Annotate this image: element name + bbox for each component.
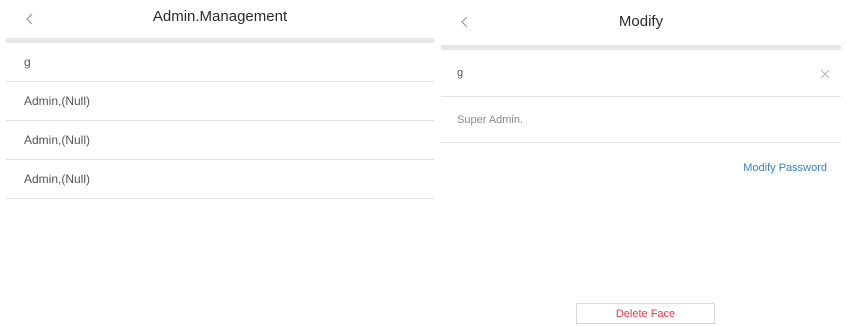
page-title: Modify bbox=[618, 13, 664, 30]
modify-password-link[interactable]: Modify Password bbox=[743, 162, 827, 174]
list-item[interactable]: Admin,(Null) bbox=[6, 82, 434, 121]
header-bar: Admin.Management bbox=[6, 0, 434, 38]
chevron-left-icon[interactable] bbox=[20, 9, 40, 29]
list-item[interactable]: Admin,(Null) bbox=[6, 160, 434, 199]
header-bar: Modify bbox=[441, 0, 841, 45]
list-item[interactable]: g bbox=[6, 43, 434, 82]
close-icon[interactable] bbox=[819, 67, 831, 79]
name-field-row bbox=[441, 50, 841, 97]
page-title: Admin.Management bbox=[152, 8, 288, 25]
delete-face-button[interactable]: Delete Face bbox=[576, 303, 715, 324]
admin-management-screen: Admin.Management g Admin,(Null) Admin,(N… bbox=[6, 0, 434, 326]
chevron-left-icon[interactable] bbox=[455, 12, 475, 32]
list-item[interactable]: Admin,(Null) bbox=[6, 121, 434, 160]
role-label: Super Admin. bbox=[441, 97, 841, 143]
modify-screen: Modify Super Admin. Modify Password Dele… bbox=[441, 0, 841, 326]
name-input[interactable] bbox=[457, 50, 797, 96]
admin-list: g Admin,(Null) Admin,(Null) Admin,(Null) bbox=[6, 43, 434, 199]
